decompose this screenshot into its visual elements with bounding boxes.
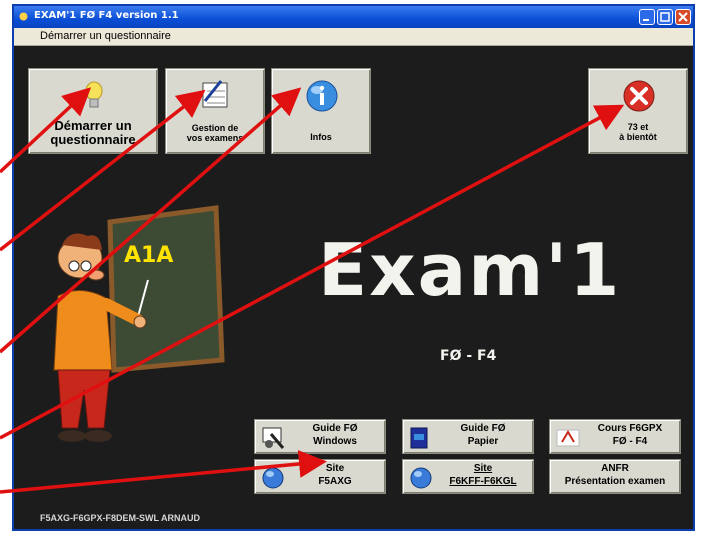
arrow-start [0,87,92,174]
arrow-quit [0,104,625,440]
annotation-arrows [0,87,625,494]
arrow-site [0,450,327,494]
arrow-manage [0,89,206,252]
